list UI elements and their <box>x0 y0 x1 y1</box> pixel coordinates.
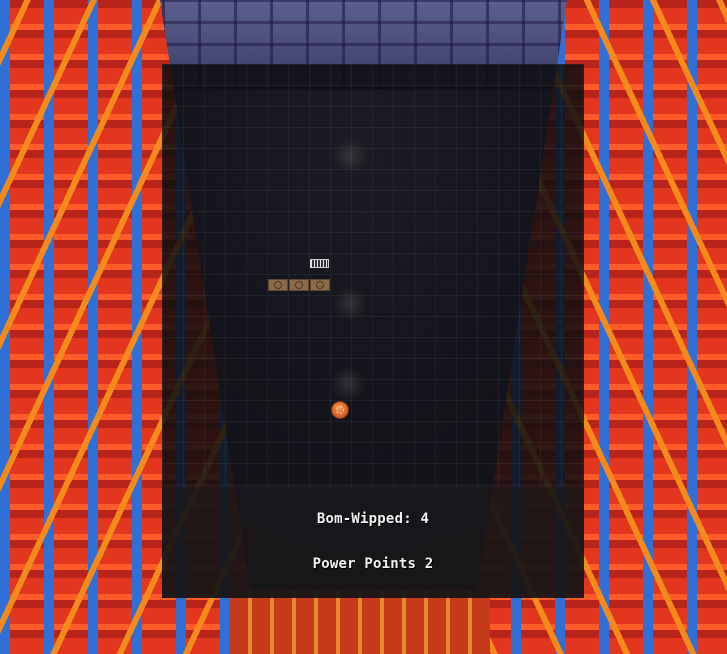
play-field[interactable] <box>162 64 584 486</box>
striped-powerup-icon <box>310 259 329 268</box>
bomb-wipped-counter: Bom-Wipped: 4 <box>316 511 430 527</box>
brick <box>310 279 330 291</box>
brick-stud-icon <box>316 281 324 289</box>
light-glow <box>332 286 368 322</box>
power-points-counter: Power Points 2 <box>312 556 434 572</box>
ball <box>331 401 349 419</box>
light-glow <box>332 138 368 174</box>
light-glow <box>330 366 366 402</box>
floor-boxes <box>230 590 490 654</box>
brick <box>268 279 288 291</box>
brick <box>289 279 309 291</box>
brick-stud-icon <box>295 281 303 289</box>
brick-stud-icon <box>274 281 282 289</box>
brick-row <box>268 279 330 291</box>
game-board[interactable]: Bom-Wipped: 4 Power Points 2 <box>162 64 584 598</box>
game-screen: Bom-Wipped: 4 Power Points 2 <box>0 0 727 654</box>
hud-panel: Bom-Wipped: 4 Power Points 2 <box>162 486 584 598</box>
